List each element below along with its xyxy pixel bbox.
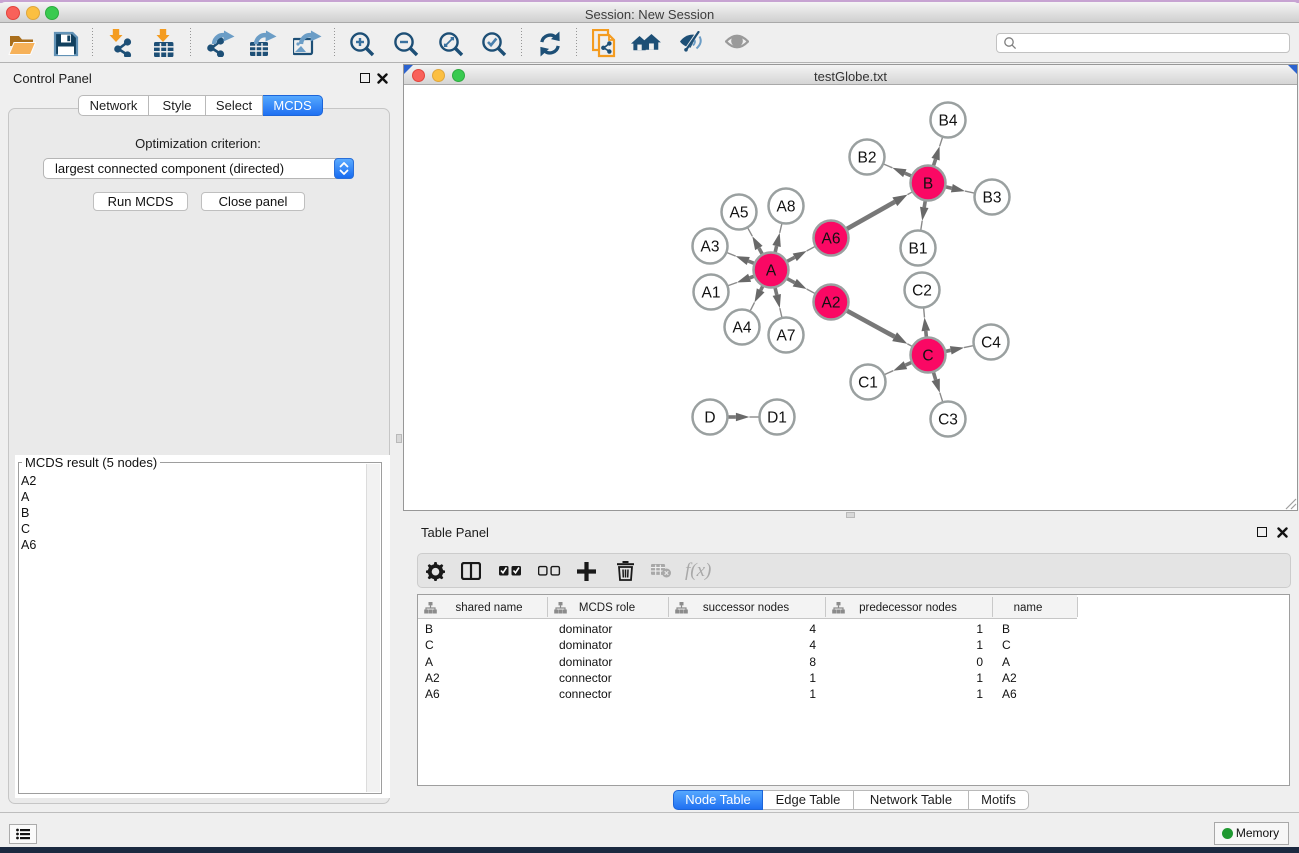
svg-text:A5: A5 — [730, 205, 749, 222]
svg-text:D: D — [704, 410, 715, 427]
svg-text:A6: A6 — [822, 231, 841, 248]
svg-text:B2: B2 — [858, 150, 877, 167]
svg-text:C: C — [922, 348, 933, 365]
svg-text:A1: A1 — [702, 285, 721, 302]
svg-text:A4: A4 — [733, 320, 752, 337]
svg-text:B4: B4 — [939, 113, 958, 130]
svg-text:A2: A2 — [822, 295, 841, 312]
svg-text:C2: C2 — [912, 283, 932, 300]
svg-text:B1: B1 — [909, 241, 928, 258]
svg-text:A: A — [766, 263, 777, 280]
svg-text:A3: A3 — [701, 239, 720, 256]
svg-text:B3: B3 — [983, 190, 1002, 207]
svg-text:C3: C3 — [938, 412, 958, 429]
svg-text:C4: C4 — [981, 335, 1001, 352]
svg-text:C1: C1 — [858, 375, 878, 392]
svg-text:B: B — [923, 176, 933, 193]
svg-text:D1: D1 — [767, 410, 787, 427]
svg-text:A8: A8 — [777, 199, 796, 216]
svg-text:A7: A7 — [777, 328, 796, 345]
